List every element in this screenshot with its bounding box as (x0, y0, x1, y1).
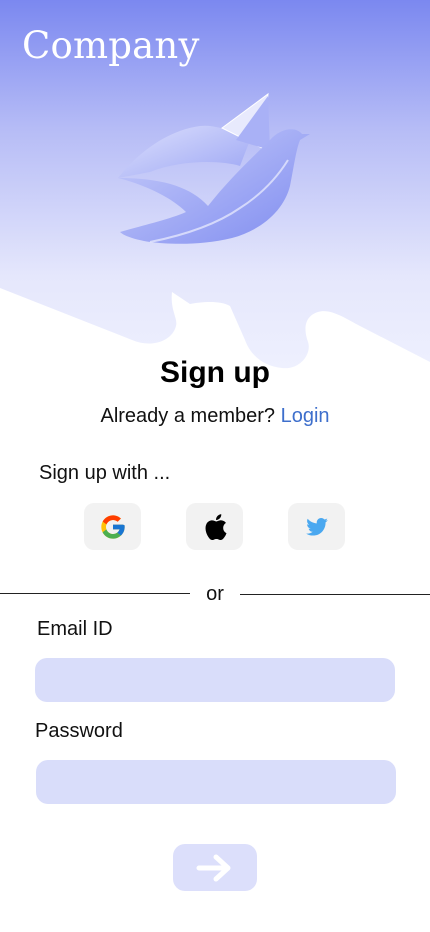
apple-signup-button[interactable] (186, 503, 243, 550)
twitter-icon (305, 517, 328, 536)
apple-icon (205, 513, 227, 540)
member-prompt-text: Already a member? (100, 405, 276, 427)
password-label: Password (35, 720, 123, 742)
page-title: Sign up (160, 356, 270, 389)
hero-header: Company (0, 0, 430, 380)
email-field[interactable] (35, 658, 395, 702)
company-logo-text: Company (22, 24, 200, 67)
google-signup-button[interactable] (84, 503, 141, 550)
password-field[interactable] (36, 760, 396, 804)
twitter-signup-button[interactable] (288, 503, 345, 550)
divider-or-label: or (206, 583, 224, 605)
member-prompt: Already a member? Login (0, 405, 430, 428)
submit-button[interactable] (173, 844, 257, 891)
divider-line-left (0, 593, 190, 594)
divider-line-right (240, 594, 430, 595)
email-label: Email ID (37, 618, 113, 640)
login-link[interactable]: Login (281, 405, 330, 427)
social-signup-heading: Sign up with ... (39, 462, 171, 484)
arrow-right-icon (196, 854, 231, 881)
google-icon (100, 514, 125, 539)
